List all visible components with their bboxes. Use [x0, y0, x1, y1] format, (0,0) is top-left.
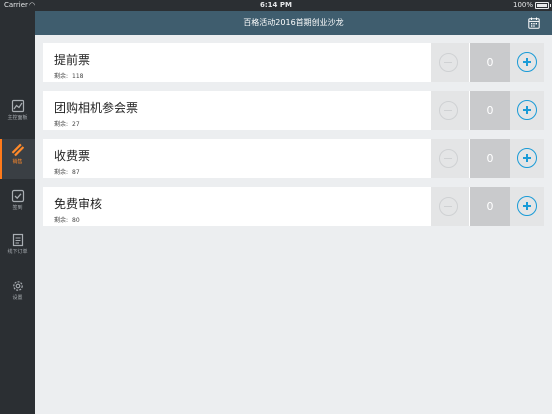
nav-item-label: 主控面板 — [7, 115, 28, 121]
dashboard-icon — [11, 99, 24, 113]
remaining-label: 剩余: — [54, 169, 69, 176]
plus-icon[interactable] — [517, 100, 537, 120]
remaining-count: 87 — [72, 169, 80, 176]
nav-item-dashboard[interactable]: 主控面板 — [0, 95, 35, 135]
decrement-area — [431, 187, 469, 226]
remaining-label: 剩余: — [54, 121, 69, 128]
ticket-remaining: 剩余: 27 — [54, 119, 80, 128]
ticket-row: 团购相机参会票 剩余: 27 0 — [43, 91, 544, 130]
plus-icon[interactable] — [517, 148, 537, 168]
calendar-icon[interactable] — [528, 17, 540, 29]
ticket-remaining: 剩余: 118 — [54, 71, 83, 80]
minus-icon[interactable] — [439, 149, 458, 168]
remaining-label: 剩余: — [54, 217, 69, 224]
ticket-name: 团购相机参会票 — [54, 101, 139, 115]
remaining-count: 118 — [72, 73, 84, 80]
ticket-name: 提前票 — [54, 53, 91, 67]
nav-item-settings[interactable]: 设置 — [0, 275, 35, 315]
increment-area — [510, 139, 544, 178]
nav-item-sales[interactable]: 销售 — [0, 139, 35, 179]
page-title: 百格活动2016首期创业沙龙 — [243, 18, 344, 27]
remaining-label: 剩余: — [54, 73, 69, 80]
quantity-value: 0 — [470, 139, 510, 178]
header-bar: 百格活动2016首期创业沙龙 — [35, 11, 552, 35]
quantity-value: 0 — [470, 91, 510, 130]
decrement-area — [431, 139, 469, 178]
nav-item-label: 销售 — [12, 159, 23, 165]
sidebar: 主控面板 销售 签到 线下订单 设置 — [0, 11, 35, 414]
battery-icon — [535, 2, 551, 9]
nav-item-offline-orders[interactable]: 线下订单 — [0, 229, 35, 269]
quantity-value: 0 — [470, 43, 510, 82]
ticket-row: 免费审核 剩余: 80 0 — [43, 187, 544, 226]
checkbox-icon — [11, 189, 24, 203]
minus-icon[interactable] — [439, 101, 458, 120]
receipt-icon — [12, 233, 23, 247]
quantity-value: 0 — [470, 187, 510, 226]
gear-icon — [12, 281, 23, 291]
ticket-row: 收费票 剩余: 87 0 — [43, 139, 544, 178]
increment-area — [510, 91, 544, 130]
app-root: Carrier ◠ 6:14 PM 100% 主控面板 销售 签到 线下订单 设… — [0, 0, 552, 414]
minus-icon[interactable] — [439, 197, 458, 216]
nav-item-checkin[interactable]: 签到 — [0, 185, 35, 225]
decrement-area — [431, 43, 469, 82]
ticket-icon — [11, 143, 24, 157]
ticket-name: 收费票 — [54, 149, 91, 163]
ticket-name: 免费审核 — [54, 197, 103, 211]
plus-icon[interactable] — [517, 52, 537, 72]
remaining-count: 27 — [72, 121, 80, 128]
battery-percent: 100% — [512, 1, 533, 9]
nav-item-label: 签到 — [12, 205, 23, 211]
increment-area — [510, 43, 544, 82]
plus-icon[interactable] — [517, 196, 537, 216]
clock-label: 6:14 PM — [260, 1, 292, 9]
minus-icon[interactable] — [439, 53, 458, 72]
ticket-remaining: 剩余: 87 — [54, 167, 80, 176]
decrement-area — [431, 91, 469, 130]
remaining-count: 80 — [72, 217, 80, 224]
ticket-row: 提前票 剩余: 118 0 — [43, 43, 544, 82]
nav-item-label: 线下订单 — [7, 249, 28, 255]
status-bar: Carrier ◠ 6:14 PM 100% — [0, 0, 552, 11]
increment-area — [510, 187, 544, 226]
nav-item-label: 设置 — [12, 295, 23, 301]
ticket-remaining: 剩余: 80 — [54, 215, 80, 224]
